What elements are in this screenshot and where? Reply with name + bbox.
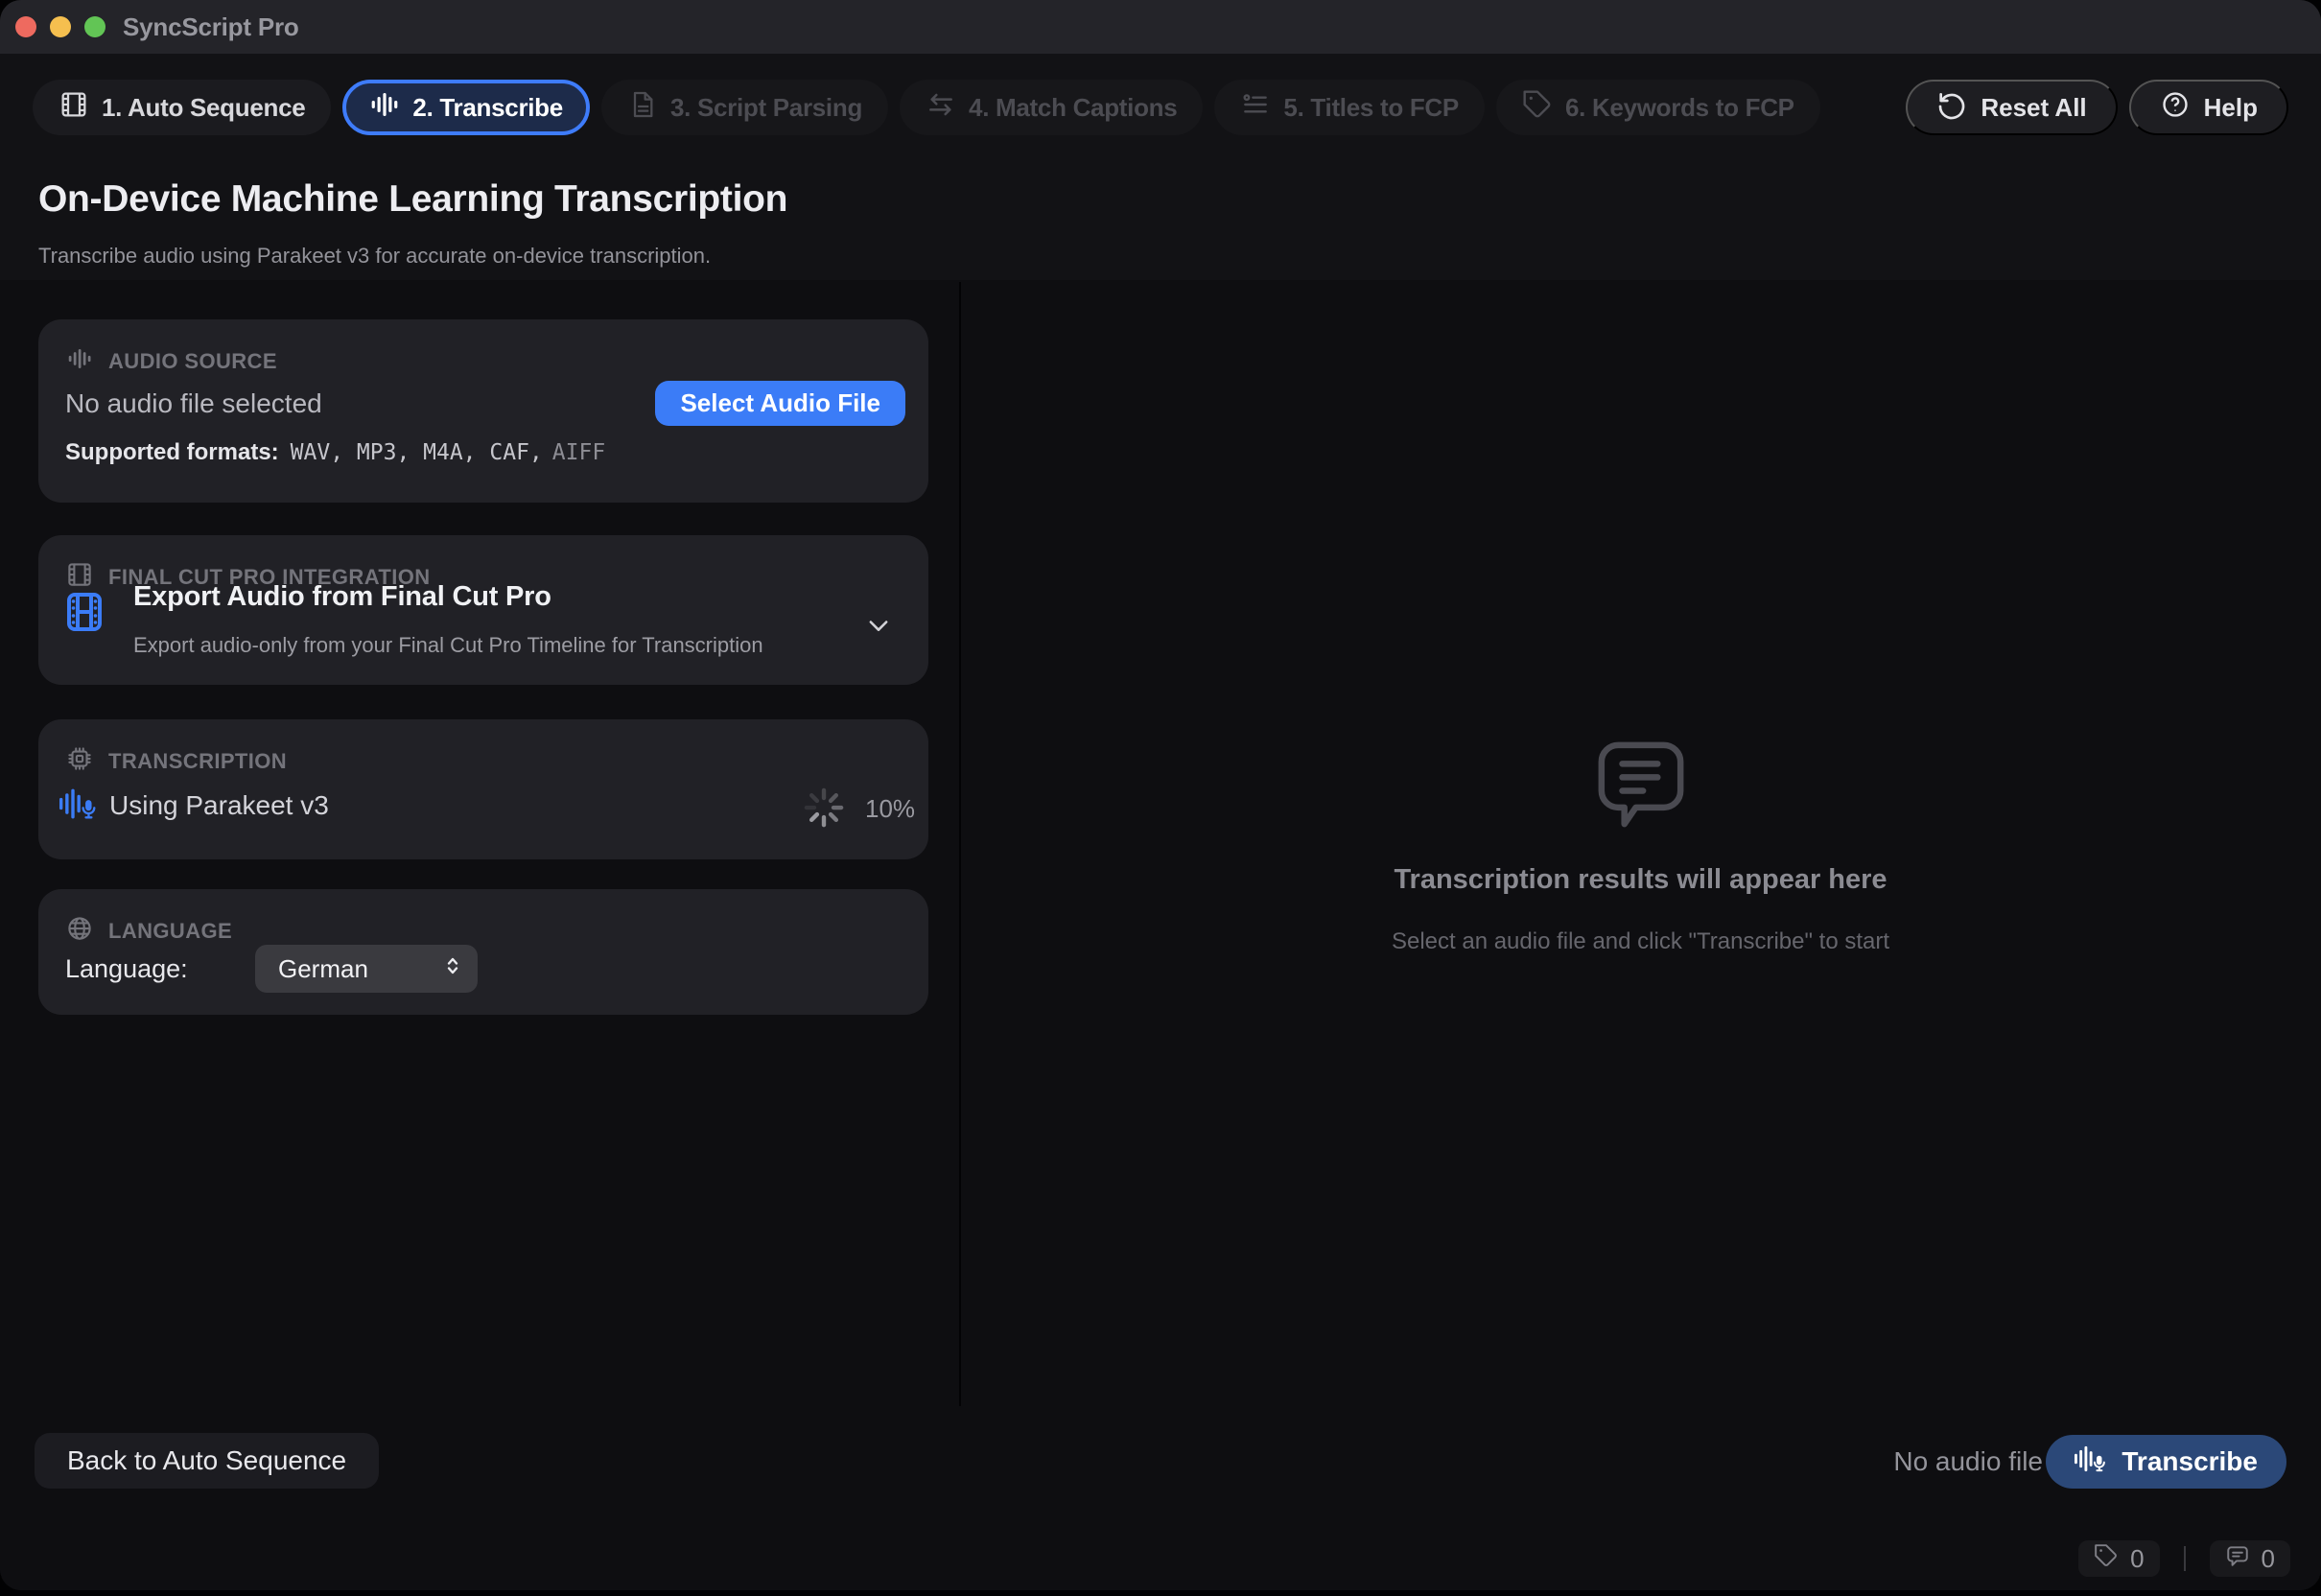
supported-formats: Supported formats: WAV, MP3, M4A, CAF, A… xyxy=(65,439,605,466)
fcp-export-subtitle: Export audio-only from your Final Cut Pr… xyxy=(133,633,763,658)
help-button[interactable]: Help xyxy=(2129,80,2288,135)
fcp-integration-card: FINAL CUT PRO INTEGRATION Export Audio f… xyxy=(38,535,928,685)
filmstrip-icon xyxy=(61,589,107,635)
fcp-export-title: Export Audio from Final Cut Pro xyxy=(133,581,551,613)
help-label: Help xyxy=(2204,93,2258,123)
audio-file-status: No audio file selected xyxy=(65,381,322,426)
chevron-down-icon[interactable] xyxy=(865,612,892,639)
close-button[interactable] xyxy=(15,16,36,37)
tab-keywords-to-fcp[interactable]: 6. Keywords to FCP xyxy=(1496,80,1820,135)
language-card: LANGUAGE Language: German xyxy=(38,889,928,1015)
page-subtitle: Transcribe audio using Parakeet v3 for a… xyxy=(38,244,711,269)
footer-audio-status: No audio file xyxy=(1893,1446,2043,1477)
comment-count: 0 xyxy=(2262,1544,2275,1574)
waveform-mic-icon xyxy=(59,785,98,823)
transcribe-button[interactable]: Transcribe xyxy=(2046,1435,2286,1489)
section-label: AUDIO SOURCE xyxy=(108,349,277,374)
language-header: LANGUAGE xyxy=(65,914,232,949)
comment-bubble-icon xyxy=(2225,1543,2250,1575)
zoom-button[interactable] xyxy=(84,16,106,37)
tab-auto-sequence[interactable]: 1. Auto Sequence xyxy=(33,80,331,135)
progress-spinner xyxy=(800,784,848,832)
waveform-mic-icon xyxy=(2075,1443,2107,1481)
language-selected-value: German xyxy=(278,954,368,984)
transcription-card: TRANSCRIPTION Using Parakeet v3 xyxy=(38,719,928,859)
chevron-up-down-icon xyxy=(441,954,464,984)
formats-list: WAV, MP3, M4A, CAF, xyxy=(291,440,543,465)
formats-label: Supported formats: xyxy=(65,439,279,466)
badge-divider xyxy=(2184,1546,2186,1571)
tab-script-parsing[interactable]: 3. Script Parsing xyxy=(601,80,888,135)
reset-all-label: Reset All xyxy=(1981,93,2086,123)
globe-icon xyxy=(65,914,94,949)
select-audio-file-button[interactable]: Select Audio File xyxy=(655,381,905,426)
tab-titles-to-fcp[interactable]: 5. Titles to FCP xyxy=(1214,80,1485,135)
reset-all-button[interactable]: Reset All xyxy=(1906,80,2117,135)
audio-source-card: AUDIO SOURCE No audio file selected Sele… xyxy=(38,319,928,503)
tab-label: 1. Auto Sequence xyxy=(102,93,305,123)
tab-label: 2. Transcribe xyxy=(412,93,563,123)
chip-icon xyxy=(65,744,94,779)
help-icon xyxy=(2160,89,2191,127)
tag-icon xyxy=(1522,89,1553,127)
tag-count: 0 xyxy=(2130,1544,2144,1574)
tab-label: 3. Script Parsing xyxy=(670,93,862,123)
tag-icon xyxy=(2094,1543,2119,1575)
audio-source-header: AUDIO SOURCE xyxy=(65,344,277,379)
section-label: LANGUAGE xyxy=(108,919,232,944)
tab-transcribe[interactable]: 2. Transcribe xyxy=(342,80,590,135)
app-title: SyncScript Pro xyxy=(123,12,299,42)
fcp-export-disclosure[interactable]: Export Audio from Final Cut Pro Export a… xyxy=(38,535,928,685)
app-screen: SyncScript Pro 1. Auto Sequence xyxy=(0,0,2321,1596)
tag-count-badge[interactable]: 0 xyxy=(2078,1540,2159,1577)
minimize-button[interactable] xyxy=(50,16,71,37)
transcribe-label: Transcribe xyxy=(2122,1446,2258,1477)
app-window: SyncScript Pro 1. Auto Sequence xyxy=(0,0,2321,1590)
speech-bubble-icon xyxy=(1590,735,1692,834)
debug-overlay-badges: 0 0 xyxy=(2078,1540,2290,1577)
step-toolbar: 1. Auto Sequence 2. Transcribe xyxy=(0,54,2321,161)
results-empty-subtitle: Select an audio file and click "Transcri… xyxy=(960,928,2321,955)
tab-match-captions[interactable]: 4. Match Captions xyxy=(900,80,1203,135)
traffic-lights xyxy=(0,16,106,37)
results-empty-title: Transcription results will appear here xyxy=(960,864,2321,896)
film-icon xyxy=(59,89,89,127)
titles-list-icon xyxy=(1240,89,1271,127)
formats-list-last: AIFF xyxy=(552,440,605,465)
tab-label: 4. Match Captions xyxy=(969,93,1177,123)
section-label: TRANSCRIPTION xyxy=(108,749,287,774)
tab-label: 6. Keywords to FCP xyxy=(1565,93,1794,123)
titlebar: SyncScript Pro xyxy=(0,0,2321,54)
back-to-auto-sequence-button[interactable]: Back to Auto Sequence xyxy=(35,1433,379,1489)
arrows-swap-icon xyxy=(926,89,956,127)
progress-percent: 10% xyxy=(865,794,915,824)
waveform-icon xyxy=(369,89,400,127)
tab-label: 5. Titles to FCP xyxy=(1283,93,1459,123)
language-label: Language: xyxy=(65,954,188,984)
reset-icon xyxy=(1936,89,1967,127)
transcription-header: TRANSCRIPTION xyxy=(65,744,287,779)
comment-count-badge[interactable]: 0 xyxy=(2210,1540,2290,1577)
page-title: On-Device Machine Learning Transcription xyxy=(38,178,787,221)
document-icon xyxy=(627,89,658,127)
panel-divider xyxy=(959,282,961,1406)
waveform-icon xyxy=(65,344,94,379)
language-select[interactable]: German xyxy=(255,945,478,993)
engine-label: Using Parakeet v3 xyxy=(109,790,329,821)
